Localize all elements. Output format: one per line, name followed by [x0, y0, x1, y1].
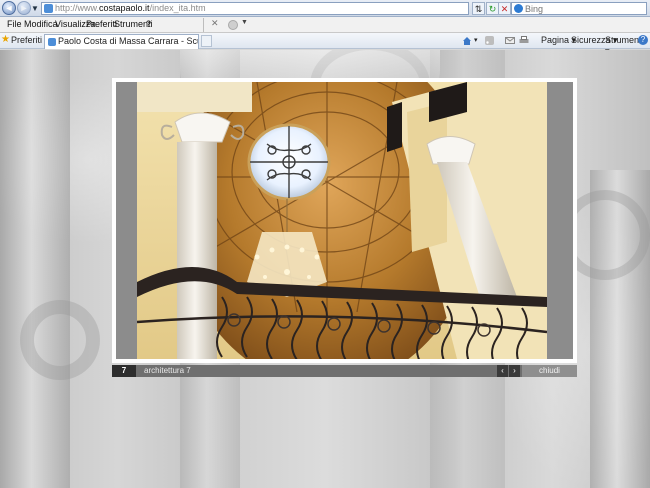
forward-arrow-icon[interactable]: ►	[17, 1, 31, 15]
next-image-button[interactable]: ›	[509, 365, 520, 377]
close-lightbox-button[interactable]: chiudi	[522, 365, 577, 377]
help-icon[interactable]: ?	[638, 35, 648, 45]
tab-title: Paolo Costa di Massa Carrara - Scultura …	[58, 36, 198, 46]
stop-icon[interactable]: ✕	[498, 2, 511, 15]
favorites-bar: ★ Preferiti Paolo Costa di Massa Carrara…	[0, 33, 650, 56]
lightbox-frame	[112, 78, 577, 363]
gallery-photo[interactable]	[137, 82, 547, 359]
browser-tab[interactable]: Paolo Costa di Massa Carrara - Scultura …	[44, 34, 199, 49]
page-icon	[48, 38, 56, 46]
feeds-icon[interactable]	[485, 36, 495, 45]
image-title: architettura 7	[144, 366, 191, 375]
home-icon[interactable]	[462, 36, 472, 45]
url-text[interactable]: http://www.costapaolo.it/index_ita.htm	[55, 3, 206, 14]
print-icon[interactable]	[519, 36, 529, 45]
chevron-down-icon[interactable]: ▾	[474, 35, 478, 46]
lightbox-inner	[116, 82, 573, 359]
back-arrow-icon[interactable]: ◄	[2, 1, 16, 15]
chevron-down-icon[interactable]: ▼	[241, 19, 248, 26]
menu-bar: File Modifica Visualizza Preferiti Strum…	[0, 17, 650, 33]
menu-edit[interactable]: Modifica	[24, 19, 58, 30]
mini-toolbar: ✕ ▼	[203, 18, 250, 32]
menu-help[interactable]: ?	[146, 19, 151, 30]
search-box[interactable]	[511, 2, 647, 15]
dropdown-icon[interactable]: ▼	[31, 4, 39, 13]
page-icon	[44, 4, 53, 13]
menu-favorites[interactable]: Preferiti	[86, 19, 117, 30]
search-input[interactable]	[525, 3, 643, 14]
address-bar: ◄ ► ▼ http://www.costapaolo.it/index_ita…	[0, 0, 650, 17]
mail-icon[interactable]	[505, 36, 515, 45]
lightbox-caption-bar: 7 architettura 7 ‹ › chiudi	[112, 365, 577, 377]
background-column	[0, 50, 70, 488]
background-capital-ornament	[20, 300, 100, 380]
bing-icon	[514, 4, 523, 13]
prev-image-button[interactable]: ‹	[497, 365, 508, 377]
gear-icon[interactable]	[228, 20, 238, 30]
url-field[interactable]: http://www.costapaolo.it/index_ita.htm	[41, 2, 469, 15]
new-tab-button[interactable]	[201, 35, 212, 47]
dome-staircase-image	[137, 82, 547, 359]
favorites-star-icon[interactable]: ★	[1, 34, 10, 45]
refresh-icon[interactable]: ⇅	[472, 2, 485, 15]
close-icon[interactable]: ✕	[211, 18, 219, 29]
image-number: 7	[112, 365, 136, 377]
favorites-button[interactable]: Preferiti	[11, 35, 42, 46]
menu-file[interactable]: File	[7, 19, 22, 30]
